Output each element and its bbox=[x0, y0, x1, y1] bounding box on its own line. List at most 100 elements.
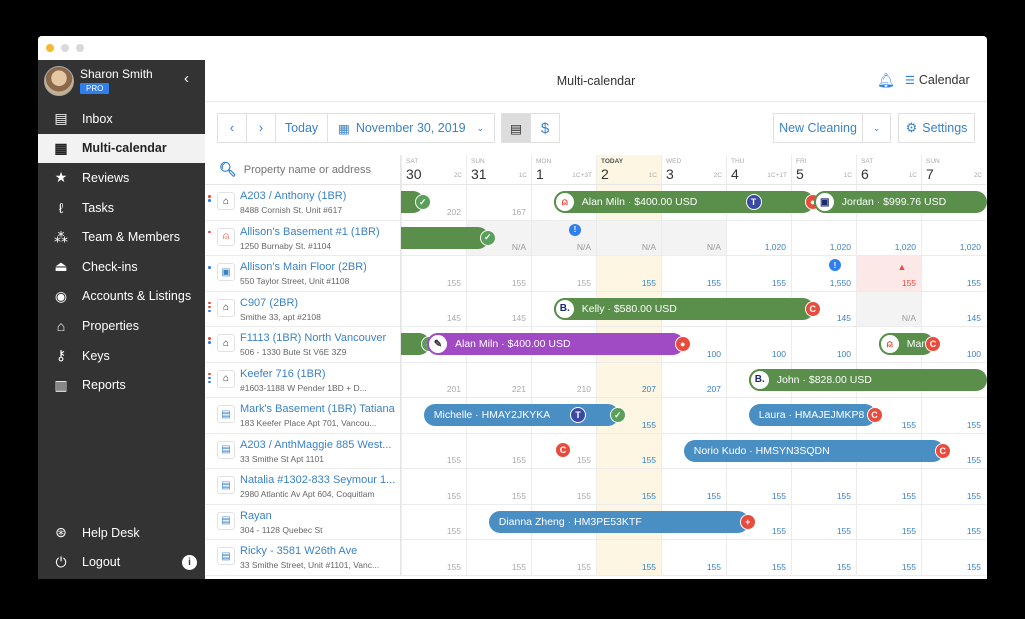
property-name[interactable]: Rayan bbox=[240, 510, 398, 522]
day-header[interactable]: MON 1 1C+3T bbox=[531, 155, 596, 185]
price-view-toggle[interactable]: $ bbox=[530, 113, 560, 143]
day-header[interactable]: SAT 6 1C bbox=[856, 155, 921, 185]
sidebar-item-check-ins[interactable]: ⏏ Check-ins bbox=[38, 252, 205, 282]
calendar-cell[interactable]: 100 bbox=[791, 327, 856, 363]
calendar-cell[interactable]: 155 bbox=[466, 256, 531, 292]
property-name[interactable]: Mark's Basement (1BR) Tatiana bbox=[240, 403, 398, 415]
calendar-cell[interactable]: 155 bbox=[596, 469, 661, 505]
calendar-cell[interactable]: 155 bbox=[856, 504, 921, 540]
calendar-cell[interactable]: 155 bbox=[921, 469, 986, 505]
sidebar-item-tasks[interactable]: ℓ Tasks bbox=[38, 193, 205, 223]
booking-bar[interactable] bbox=[401, 226, 489, 249]
booking-bar[interactable]: Dianna Zheng · HM3PE53KTF bbox=[488, 510, 749, 533]
calendar-cell[interactable]: 1,550 bbox=[791, 256, 856, 292]
day-header[interactable]: SUN 31 1C bbox=[466, 155, 531, 185]
booking-bar[interactable]: B. John · $828.00 USD bbox=[748, 368, 987, 391]
calendar-view-toggle[interactable]: ▤ bbox=[501, 113, 531, 143]
calendar-cell[interactable]: 155 bbox=[466, 540, 531, 576]
calendar-cell[interactable]: 155 bbox=[531, 469, 596, 505]
property-row[interactable]: ▤ Rayan 304 - 1128 Quebec St bbox=[205, 504, 401, 540]
calendar-cell[interactable]: N/A bbox=[856, 291, 921, 327]
window-dot-minimize[interactable] bbox=[46, 44, 54, 52]
calendar-cell[interactable]: 145 bbox=[921, 291, 986, 327]
calendar-cell[interactable]: N/A bbox=[661, 220, 726, 256]
collapse-sidebar-icon[interactable]: ‹ bbox=[184, 70, 189, 87]
calendar-cell[interactable]: 167 bbox=[466, 185, 531, 221]
user-profile[interactable]: Sharon Smith PRO ‹ bbox=[44, 66, 199, 98]
day-header[interactable]: TODAY 2 1C bbox=[596, 155, 661, 185]
calendar-cell[interactable]: 207 bbox=[596, 362, 661, 398]
calendar-cell[interactable]: 155 bbox=[921, 540, 986, 576]
calendar-cell[interactable]: 155 bbox=[791, 540, 856, 576]
calendar-cell[interactable]: 155 bbox=[596, 433, 661, 469]
sidebar-item-accounts-listings[interactable]: ◉ Accounts & Listings bbox=[38, 282, 205, 312]
calendar-cell[interactable]: 210 bbox=[531, 362, 596, 398]
calendar-cell[interactable]: 100 bbox=[726, 327, 791, 363]
booking-bar[interactable]: Michelle · HMAY2JKYKA bbox=[423, 404, 619, 426]
day-header[interactable]: SAT 30 2C bbox=[401, 155, 466, 185]
booking-bar[interactable]: ▣ Jordan · $999.76 USD bbox=[813, 191, 987, 213]
sidebar-item-properties[interactable]: ⌂ Properties bbox=[38, 311, 205, 341]
calendar-cell[interactable] bbox=[661, 398, 726, 434]
property-name[interactable]: Keefer 716 (1BR) bbox=[240, 368, 398, 380]
calendar-cell[interactable]: 155 bbox=[661, 540, 726, 576]
calendar-cell[interactable]: 155 bbox=[726, 256, 791, 292]
prev-button[interactable]: ‹ bbox=[217, 113, 247, 143]
calendar-cell[interactable]: 207 bbox=[661, 362, 726, 398]
booking-bar[interactable]: Norio Kudo · HMSYN3SQDN bbox=[683, 439, 944, 462]
calendar-cell[interactable]: 155 bbox=[531, 256, 596, 292]
calendar-cell[interactable]: 155 bbox=[401, 256, 466, 292]
property-name[interactable]: F1113 (1BR) North Vancouver bbox=[240, 332, 398, 344]
calendar-cell[interactable]: 155 bbox=[401, 469, 466, 505]
property-row[interactable]: ⌂ C907 (2BR) Smithe 33, apt #2108 bbox=[205, 291, 401, 327]
sidebar-item-reports[interactable]: ▥ Reports bbox=[38, 370, 205, 400]
new-cleaning-dropdown[interactable]: ⌄ bbox=[862, 113, 891, 143]
day-header[interactable]: WED 3 2C bbox=[661, 155, 726, 185]
calendar-cell[interactable]: 155 bbox=[401, 540, 466, 576]
property-row[interactable]: ▤ Mark's Basement (1BR) Tatiana 183 Keefer… bbox=[205, 398, 401, 434]
calendar-cell[interactable]: 155 bbox=[661, 469, 726, 505]
calendar-cell[interactable]: 155 bbox=[661, 256, 726, 292]
booking-bar[interactable]: ✎ Alan Miln · $400.00 USD bbox=[427, 333, 684, 355]
sidebar-item-help-desk[interactable]: ⊛ Help Desk bbox=[38, 518, 205, 548]
window-dot[interactable] bbox=[76, 44, 84, 52]
calendar-cell[interactable]: 155 bbox=[921, 398, 986, 434]
calendar-view-link[interactable]: ☰ Calendar bbox=[905, 73, 970, 87]
sidebar-item-team-members[interactable]: ⁂ Team & Members bbox=[38, 222, 205, 252]
sidebar-item-multi-calendar[interactable]: ▦ Multi-calendar bbox=[38, 133, 205, 164]
calendar-cell[interactable]: 155 bbox=[856, 256, 921, 292]
property-row[interactable]: ▤ A203 / AnthMaggie 885 West... 33 Smithe … bbox=[205, 433, 401, 469]
calendar-cell[interactable]: 155 bbox=[791, 504, 856, 540]
calendar-cell[interactable]: 1,020 bbox=[856, 220, 921, 256]
new-cleaning-button[interactable]: New Cleaning bbox=[773, 113, 863, 143]
calendar-cell[interactable]: 155 bbox=[466, 469, 531, 505]
calendar-cell[interactable]: 1,020 bbox=[791, 220, 856, 256]
property-row[interactable]: ▤ Ricky - 3581 W26th Ave 33 Smithe Street,… bbox=[205, 540, 401, 576]
sidebar-item-inbox[interactable]: ▤ Inbox bbox=[38, 104, 205, 134]
calendar-cell[interactable]: 1,020 bbox=[726, 220, 791, 256]
property-row[interactable]: ⌂ A203 / Anthony (1BR) 8488 Cornish St. Un… bbox=[205, 185, 401, 221]
search-input[interactable] bbox=[243, 163, 400, 176]
next-button[interactable]: › bbox=[246, 113, 276, 143]
day-header[interactable]: FRI 5 1C bbox=[791, 155, 856, 185]
property-row[interactable]: ⍝ Allison's Basement #1 (1BR) 1250 Burnaby… bbox=[205, 220, 401, 256]
calendar-cell[interactable]: 155 bbox=[921, 504, 986, 540]
window-dot[interactable] bbox=[61, 44, 69, 52]
calendar-cell[interactable]: N/A bbox=[531, 220, 596, 256]
calendar-cell[interactable]: 155 bbox=[401, 433, 466, 469]
calendar-cell[interactable]: 155 bbox=[596, 256, 661, 292]
settings-button[interactable]: ⚙ Settings bbox=[898, 113, 975, 143]
calendar-cell[interactable]: 155 bbox=[856, 540, 921, 576]
calendar-cell[interactable]: 1,020 bbox=[921, 220, 986, 256]
calendar-cell[interactable]: 155 bbox=[531, 540, 596, 576]
sidebar-item-reviews[interactable]: ★ Reviews bbox=[38, 163, 205, 193]
date-picker[interactable]: ▦ November 30, 2019 ⌄ bbox=[327, 113, 495, 143]
property-name[interactable]: C907 (2BR) bbox=[240, 297, 398, 309]
notifications-bell-icon[interactable]: 🔔︎ bbox=[877, 72, 895, 89]
property-name[interactable]: A203 / AnthMaggie 885 West... bbox=[240, 439, 398, 451]
property-row[interactable]: ⌂ F1113 (1BR) North Vancouver 506 - 1330 B… bbox=[205, 327, 401, 363]
calendar-cell[interactable]: 155 bbox=[726, 540, 791, 576]
calendar-cell[interactable]: 155 bbox=[726, 469, 791, 505]
calendar-cell[interactable]: 201 bbox=[401, 362, 466, 398]
info-icon[interactable]: i bbox=[182, 554, 197, 570]
